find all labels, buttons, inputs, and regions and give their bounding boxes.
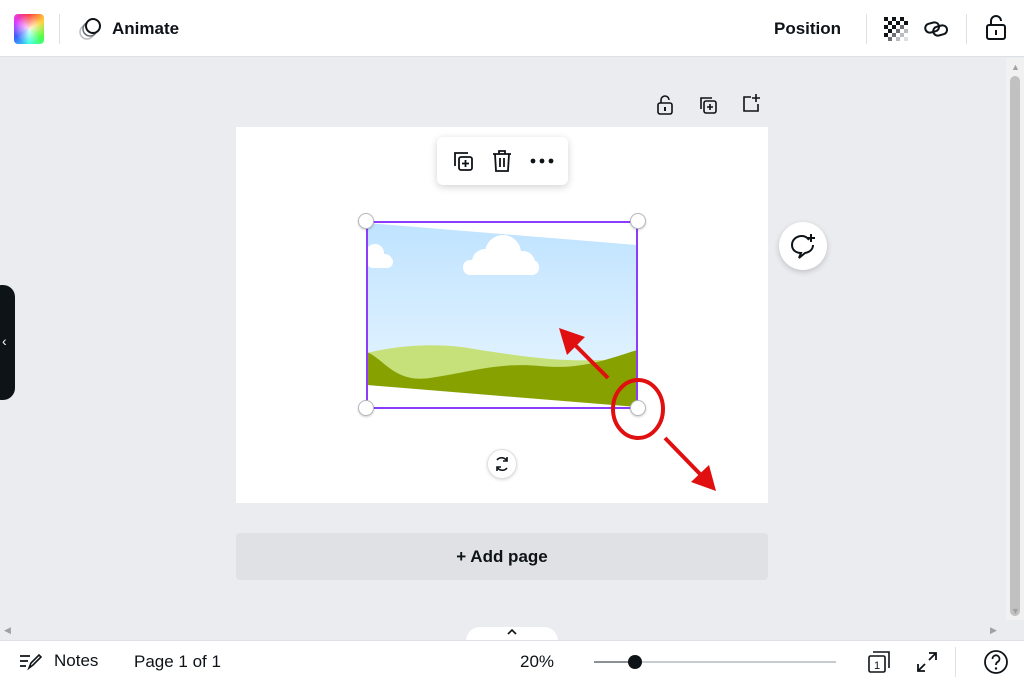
notes-label: Notes [54, 651, 99, 670]
resize-handle-bottom-left[interactable] [358, 400, 374, 416]
fullscreen-icon [917, 652, 937, 672]
more-icon [530, 158, 554, 164]
fullscreen-button[interactable] [910, 645, 944, 679]
notes-button[interactable]: Notes [18, 647, 98, 675]
add-comment-icon [790, 234, 815, 259]
zoom-slider-knob[interactable] [628, 655, 642, 669]
add-comment-button[interactable] [779, 222, 827, 270]
duplicate-element-button[interactable] [446, 144, 480, 178]
element-context-menu [437, 137, 568, 185]
help-button[interactable] [979, 645, 1013, 679]
page-grid-button[interactable]: 1 [862, 645, 896, 679]
duplicate-icon [453, 152, 473, 171]
rotate-icon [496, 456, 508, 472]
bottom-divider [955, 647, 956, 677]
delete-element-button[interactable] [485, 144, 519, 178]
resize-handle-top-left[interactable] [358, 213, 374, 229]
bottom-bar: Notes Page 1 of 1 20% 1 [0, 640, 1024, 681]
trash-icon [493, 150, 512, 172]
chevron-up-icon [507, 628, 517, 635]
help-icon [984, 650, 1008, 674]
page-count-icon: 1 [868, 651, 890, 673]
zoom-slider[interactable] [594, 653, 836, 671]
rotate-button[interactable] [487, 449, 517, 479]
more-options-button[interactable] [525, 144, 559, 178]
selection-frame [366, 221, 638, 409]
chevron-left-icon: ‹ [2, 333, 7, 349]
page-indicator[interactable]: Page 1 of 1 [134, 652, 221, 672]
resize-handle-top-right[interactable] [630, 213, 646, 229]
page-count-number: 1 [874, 660, 880, 672]
notes-icon [20, 653, 42, 671]
add-page-button[interactable]: + Add page [236, 533, 768, 580]
zoom-level-value[interactable]: 20% [520, 652, 554, 672]
side-panel-collapse-tab[interactable]: ‹ [0, 285, 15, 400]
resize-handle-bottom-right[interactable] [630, 400, 646, 416]
